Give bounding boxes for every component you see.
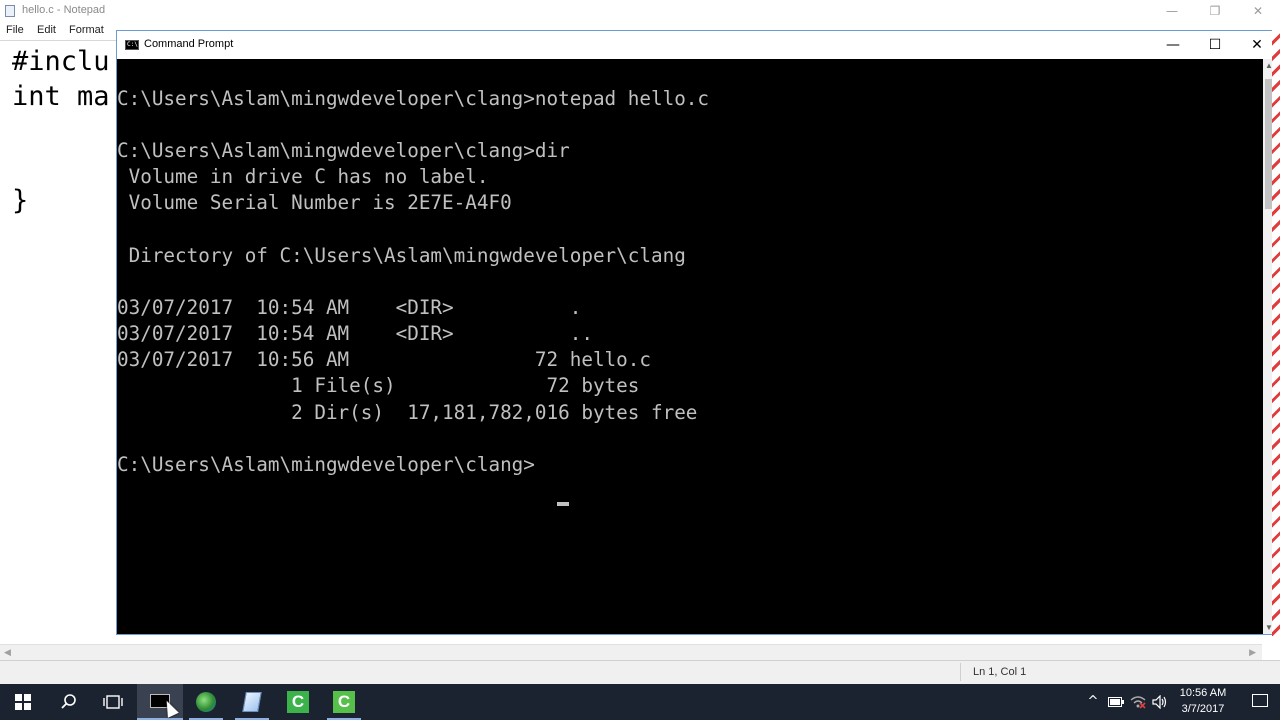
notification-icon	[1252, 694, 1268, 707]
console-line: C:\Users\Aslam\mingwdeveloper\clang>dir	[117, 139, 570, 162]
search-button[interactable]	[46, 684, 92, 720]
codelite-icon: C	[333, 691, 355, 713]
cmd-console[interactable]: C:\Users\Aslam\mingwdeveloper\clang>note…	[117, 59, 1263, 634]
cmd-maximize-button[interactable]: ☐	[1193, 31, 1237, 59]
cmd-title-bar[interactable]: C:\ Command Prompt — ☐ ✕	[117, 31, 1275, 59]
battery-icon[interactable]	[1106, 684, 1126, 720]
console-line: Directory of C:\Users\Aslam\mingwdevelop…	[117, 244, 686, 267]
console-line: 2 Dir(s) 17,181,782,016 bytes free	[117, 401, 698, 424]
show-hidden-icons-chevron[interactable]: ^	[1084, 684, 1102, 720]
text-cursor	[557, 502, 569, 506]
start-button[interactable]	[0, 684, 46, 720]
code-line: int ma	[12, 81, 110, 112]
taskbar-codelite-1[interactable]: C	[275, 684, 321, 720]
menu-file[interactable]: File	[6, 24, 24, 36]
codelite-icon: C	[287, 691, 309, 713]
status-divider	[960, 663, 961, 681]
notepad-icon	[5, 5, 15, 17]
notepad-icon	[242, 692, 262, 712]
code-line: #inclu	[12, 46, 110, 77]
cmd-title: Command Prompt	[144, 38, 234, 50]
notepad-close-button[interactable]: ✕	[1236, 2, 1280, 20]
taskbar-codelite-2[interactable]: C	[321, 684, 367, 720]
globe-icon	[196, 692, 216, 712]
task-view-icon	[103, 695, 123, 709]
taskbar-download-manager[interactable]	[183, 684, 229, 720]
background-window-edge	[1272, 30, 1280, 636]
notepad-status-bar: Ln 1, Col 1	[0, 660, 1280, 685]
notepad-title-bar[interactable]: hello.c - Notepad — ❐ ✕	[0, 0, 1280, 22]
search-icon	[61, 694, 76, 709]
console-prompt-line: C:\Users\Aslam\mingwdeveloper\clang>	[117, 453, 535, 476]
menu-format[interactable]: Format	[69, 24, 104, 36]
taskbar-notepad[interactable]	[229, 684, 275, 720]
scroll-right-icon[interactable]: ▶	[1249, 647, 1256, 658]
console-line: 03/07/2017 10:56 AM 72 hello.c	[117, 348, 651, 371]
notepad-minimize-button[interactable]: —	[1150, 2, 1194, 20]
console-line: 1 File(s) 72 bytes	[117, 374, 640, 397]
command-prompt-window: C:\ Command Prompt — ☐ ✕ C:\Users\Aslam\…	[116, 30, 1276, 635]
volume-icon[interactable]	[1150, 684, 1170, 720]
notepad-restore-button[interactable]: ❐	[1193, 2, 1237, 20]
notepad-horizontal-scrollbar[interactable]: ◀ ▶	[0, 644, 1262, 661]
console-line: C:\Users\Aslam\mingwdeveloper\clang>note…	[117, 87, 710, 110]
clock-time: 10:56 AM	[1179, 687, 1227, 699]
console-line: Volume Serial Number is 2E7E-A4F0	[117, 191, 512, 214]
task-view-button[interactable]	[90, 684, 136, 720]
taskbar-command-prompt[interactable]	[137, 684, 183, 720]
code-line: }	[12, 185, 29, 216]
cmd-minimize-button[interactable]: —	[1151, 31, 1195, 59]
taskbar: C C ^ 10:56 AM 3/7/2017	[0, 684, 1280, 720]
action-center-button[interactable]	[1240, 684, 1280, 720]
clock-date: 3/7/2017	[1181, 703, 1225, 715]
notepad-title: hello.c - Notepad	[22, 4, 106, 16]
console-line: 03/07/2017 10:54 AM <DIR> ..	[117, 322, 593, 345]
menu-edit[interactable]: Edit	[37, 24, 56, 36]
console-line: 03/07/2017 10:54 AM <DIR> .	[117, 296, 582, 319]
cmd-icon: C:\	[125, 40, 139, 50]
cursor-position: Ln 1, Col 1	[973, 666, 1027, 678]
console-line: Volume in drive C has no label.	[117, 165, 489, 188]
network-icon[interactable]	[1128, 684, 1148, 720]
windows-logo-icon	[15, 694, 31, 710]
system-clock[interactable]: 10:56 AM 3/7/2017	[1172, 684, 1234, 720]
scroll-left-icon[interactable]: ◀	[4, 647, 11, 658]
